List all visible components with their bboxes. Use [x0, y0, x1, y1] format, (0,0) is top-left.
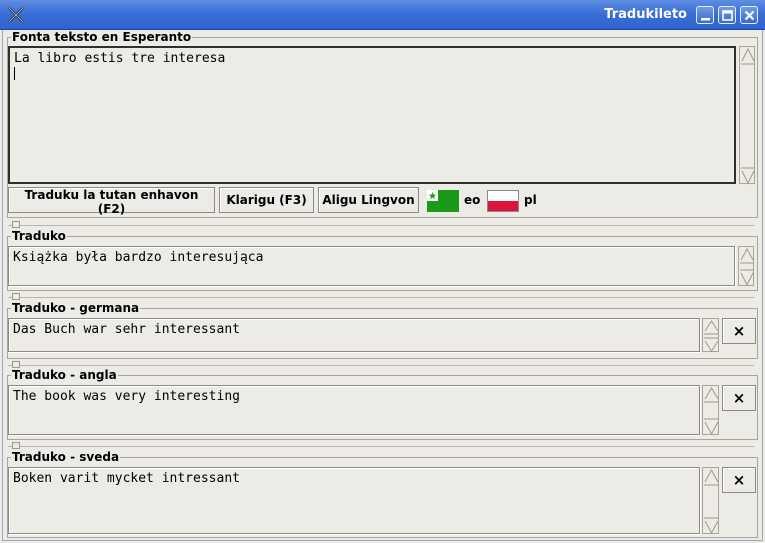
target-language-code: pl	[524, 193, 537, 207]
pane-divider[interactable]	[8, 446, 754, 447]
poland-flag-icon[interactable]	[487, 190, 519, 212]
esperanto-flag-icon[interactable]	[427, 190, 459, 212]
translation-text-english[interactable]: The book was very interesting	[8, 385, 700, 435]
remove-english-button[interactable]: ×	[722, 385, 756, 411]
source-language-code: eo	[464, 193, 481, 207]
app-icon[interactable]	[6, 5, 26, 25]
translation-text: Das Buch war sehr interessant	[13, 322, 240, 337]
translation-legend-swedish: Traduko - sveda	[12, 450, 120, 464]
translation-scrollbar-swedish[interactable]	[702, 467, 719, 535]
maximize-button[interactable]	[718, 6, 736, 24]
translate-all-button[interactable]: Traduku la tutan enhavon (F2)	[8, 187, 215, 216]
pane-grip[interactable]	[12, 293, 20, 300]
translation-text-swedish[interactable]: Boken varit mycket intressant	[8, 467, 700, 534]
translation-scrollbar-german[interactable]	[702, 318, 719, 352]
minimize-icon	[701, 18, 710, 21]
pane-grip[interactable]	[12, 221, 20, 228]
translation-scrollbar-main[interactable]	[738, 246, 754, 287]
remove-german-button[interactable]: ×	[722, 318, 756, 344]
scroll-arrows-icon	[704, 468, 719, 535]
source-legend: Fonta teksto en Esperanto	[12, 30, 192, 44]
remove-swedish-button[interactable]: ×	[722, 467, 756, 493]
window-title: Tradukileto	[604, 7, 687, 22]
translation-text: The book was very interesting	[13, 389, 240, 404]
translation-legend-english: Traduko - angla	[12, 368, 117, 382]
scroll-arrows-icon	[741, 47, 755, 185]
pane-divider[interactable]	[8, 365, 754, 366]
source-text-input[interactable]: La libro estis tre interesa	[8, 46, 736, 184]
clarify-button[interactable]: Klarigu (F3)	[219, 187, 314, 213]
maximize-icon	[722, 10, 733, 21]
add-language-button[interactable]: Aligu Lingvon	[318, 187, 419, 213]
pane-grip[interactable]	[12, 361, 20, 368]
pane-divider[interactable]	[8, 225, 754, 226]
scroll-arrows-icon	[704, 387, 719, 436]
translation-scrollbar-english[interactable]	[702, 385, 719, 436]
pane-divider[interactable]	[8, 297, 754, 298]
translation-text-main[interactable]: Książka była bardzo interesująca	[8, 246, 735, 286]
title-bar[interactable]: Tradukileto	[0, 0, 765, 30]
translation-text: Boken varit mycket intressant	[13, 471, 240, 486]
text-caret	[14, 67, 15, 80]
source-scrollbar[interactable]	[739, 46, 755, 185]
translation-text: Książka była bardzo interesująca	[13, 250, 264, 265]
translation-legend-german: Traduko - germana	[12, 301, 140, 315]
scroll-arrows-icon	[704, 320, 719, 352]
minimize-button[interactable]	[696, 6, 714, 24]
translation-text-german[interactable]: Das Buch war sehr interessant	[8, 318, 700, 352]
close-icon	[744, 10, 755, 21]
pane-grip[interactable]	[12, 442, 20, 449]
scroll-arrows-icon	[740, 247, 754, 287]
close-window-button[interactable]	[740, 6, 758, 24]
source-text: La libro estis tre interesa	[14, 51, 226, 66]
translation-legend-main: Traduko	[12, 229, 66, 243]
